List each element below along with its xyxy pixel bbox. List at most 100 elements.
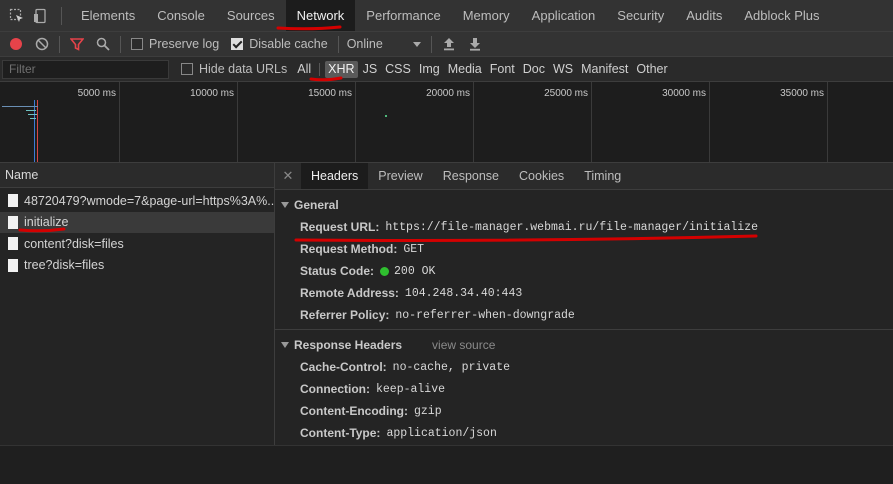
request-row[interactable]: tree?disk=files xyxy=(0,255,274,277)
filter-type-js[interactable]: JS xyxy=(360,61,381,78)
chevron-down-icon xyxy=(412,41,421,47)
tab-timing[interactable]: Timing xyxy=(574,163,631,189)
filter-toggle-button[interactable] xyxy=(64,32,90,57)
filter-type-img[interactable]: Img xyxy=(416,61,443,78)
header-key: Connection: xyxy=(300,382,370,396)
header-value: application/json xyxy=(386,426,497,440)
disable-cache-label: Disable cache xyxy=(249,37,328,51)
timeline-gridline xyxy=(119,82,120,162)
filter-type-other[interactable]: Other xyxy=(633,61,670,78)
header-value: 104.248.34.40:443 xyxy=(404,286,523,300)
import-har-button[interactable] xyxy=(436,32,462,57)
tab-console[interactable]: Console xyxy=(146,0,216,31)
request-name: content?disk=files xyxy=(24,236,124,251)
search-button[interactable] xyxy=(90,32,116,57)
tab-performance[interactable]: Performance xyxy=(355,0,451,31)
record-button[interactable] xyxy=(3,32,29,57)
request-dot xyxy=(385,115,387,117)
toolbar-divider xyxy=(337,35,339,53)
request-bar xyxy=(30,118,36,119)
timeline-label: 5000 ms xyxy=(77,88,116,99)
request-name: initialize xyxy=(24,215,69,230)
tab-cookies[interactable]: Cookies xyxy=(509,163,574,189)
filter-type-manifest[interactable]: Manifest xyxy=(578,61,631,78)
tab-headers[interactable]: Headers xyxy=(301,163,369,189)
request-details-pane: ✕ Headers Preview Response Cookies Timin… xyxy=(275,163,893,445)
name-column-header[interactable]: Name xyxy=(0,163,274,188)
header-key: Cache-Control: xyxy=(300,360,387,374)
header-value: no-cache, private xyxy=(392,360,510,374)
header-row-referrer-policy: Referrer Policy: no-referrer-when-downgr… xyxy=(275,304,893,326)
section-divider xyxy=(275,329,893,330)
header-row-remote-address: Remote Address: 104.248.34.40:443 xyxy=(275,282,893,304)
tab-elements[interactable]: Elements xyxy=(70,0,146,31)
filter-type-css[interactable]: CSS xyxy=(382,61,414,78)
hide-data-urls-checkbox[interactable]: Hide data URLs xyxy=(181,62,287,76)
view-source-link[interactable]: view source xyxy=(432,338,495,352)
timeline-label: 15000 ms xyxy=(308,88,352,99)
toolbar-divider xyxy=(430,35,432,53)
clear-button[interactable] xyxy=(29,32,55,57)
request-row[interactable]: 48720479?wmode=7&page-url=https%3A%... xyxy=(0,190,274,212)
response-headers-title: Response Headers xyxy=(294,338,403,352)
device-toolbar-icon[interactable] xyxy=(29,0,53,32)
request-row-selected[interactable]: initialize xyxy=(0,211,274,233)
clear-icon xyxy=(35,37,49,51)
request-name: tree?disk=files xyxy=(24,258,105,273)
filter-type-media[interactable]: Media xyxy=(445,61,485,78)
tab-audits[interactable]: Audits xyxy=(675,0,733,31)
throttling-select[interactable]: Online xyxy=(347,37,427,51)
disable-cache-box[interactable] xyxy=(231,38,244,50)
request-name: 48720479?wmode=7&page-url=https%3A%... xyxy=(24,193,274,208)
header-key: Remote Address: xyxy=(300,286,399,300)
general-section-header[interactable]: General xyxy=(275,194,893,216)
document-icon xyxy=(8,237,18,251)
inspect-element-icon[interactable] xyxy=(5,0,29,32)
tab-memory[interactable]: Memory xyxy=(452,0,521,31)
expand-triangle-icon xyxy=(281,342,289,348)
timeline-label: 20000 ms xyxy=(426,88,470,99)
timeline-gridline xyxy=(827,82,828,162)
hide-data-urls-box[interactable] xyxy=(181,63,193,75)
request-bar xyxy=(2,106,38,107)
request-bar xyxy=(28,114,37,115)
toolbar-divider xyxy=(120,35,121,53)
tab-security[interactable]: Security xyxy=(606,0,675,31)
filter-type-xhr[interactable]: XHR xyxy=(325,60,358,78)
timeline-gridline xyxy=(591,82,592,162)
filter-type-all[interactable]: All xyxy=(294,61,314,78)
header-row-content-type: Content-Type: application/json xyxy=(275,422,893,444)
upload-icon xyxy=(443,38,454,51)
general-section-title: General xyxy=(294,198,339,212)
tab-preview[interactable]: Preview xyxy=(368,163,432,189)
preserve-log-box[interactable] xyxy=(131,38,143,50)
export-har-button[interactable] xyxy=(462,32,488,57)
document-icon xyxy=(8,258,18,272)
tab-network[interactable]: Network xyxy=(285,0,356,31)
tab-response[interactable]: Response xyxy=(433,163,509,189)
filter-input[interactable] xyxy=(2,59,169,79)
header-value: no-referrer-when-downgrade xyxy=(395,308,575,322)
disable-cache-checkbox[interactable]: Disable cache xyxy=(231,37,328,51)
response-headers-section-header[interactable]: Response Headers view source xyxy=(275,334,893,356)
request-row[interactable]: content?disk=files xyxy=(0,233,274,255)
tab-sources[interactable]: Sources xyxy=(216,0,286,31)
timeline-label: 10000 ms xyxy=(190,88,234,99)
header-value: gzip xyxy=(413,404,442,418)
load-event-marker xyxy=(37,100,38,162)
filter-type-font[interactable]: Font xyxy=(487,61,518,78)
filter-type-ws[interactable]: WS xyxy=(550,61,576,78)
timeline-gridline xyxy=(355,82,356,162)
tab-application[interactable]: Application xyxy=(521,0,607,31)
header-row-connection: Connection: keep-alive xyxy=(275,378,893,400)
close-icon[interactable]: ✕ xyxy=(275,163,301,189)
header-key: Request URL: xyxy=(300,220,380,234)
filter-bar: Hide data URLs All XHR JS CSS Img Media … xyxy=(0,57,893,82)
tab-adblock-plus[interactable]: Adblock Plus xyxy=(733,0,830,31)
preserve-log-checkbox[interactable]: Preserve log xyxy=(131,37,219,51)
timeline-gridline xyxy=(473,82,474,162)
filter-type-doc[interactable]: Doc xyxy=(520,61,548,78)
preserve-log-label: Preserve log xyxy=(149,37,220,51)
network-overview-timeline[interactable]: 5000 ms 10000 ms 15000 ms 20000 ms 25000… xyxy=(0,82,893,163)
record-icon xyxy=(10,38,22,50)
